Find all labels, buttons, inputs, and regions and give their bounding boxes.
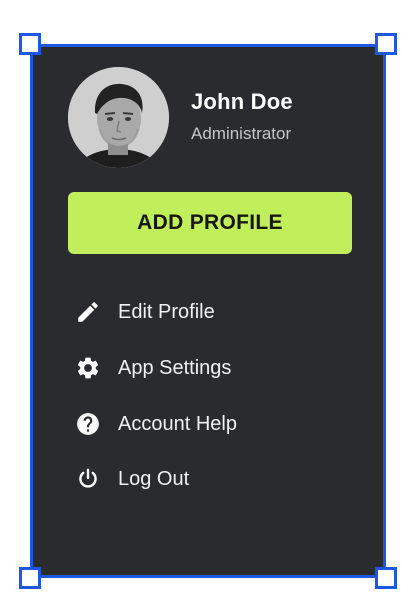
resize-handle-bottom-right[interactable] — [375, 567, 397, 589]
avatar[interactable] — [68, 67, 169, 168]
user-name: John Doe — [191, 89, 293, 114]
menu-item-app-settings[interactable]: App Settings — [72, 350, 352, 386]
menu-item-label: Account Help — [118, 412, 237, 435]
menu-item-label: Log Out — [118, 467, 190, 490]
resize-handle-top-left[interactable] — [19, 33, 41, 55]
menu-item-label: App Settings — [118, 356, 232, 379]
canvas: John Doe Administrator ADD PROFILE Edit … — [0, 0, 420, 594]
resize-handle-bottom-left[interactable] — [19, 567, 41, 589]
power-icon — [72, 463, 104, 495]
menu-item-account-help[interactable]: Account Help — [72, 406, 352, 442]
gear-icon — [72, 352, 104, 384]
user-role: Administrator — [191, 124, 292, 143]
pencil-icon — [72, 296, 104, 328]
avatar-photo — [68, 67, 169, 168]
menu-item-log-out[interactable]: Log Out — [72, 461, 352, 497]
menu-item-edit-profile[interactable]: Edit Profile — [72, 294, 352, 330]
menu-item-label: Edit Profile — [118, 300, 215, 323]
question-circle-icon — [72, 408, 104, 440]
add-profile-button[interactable]: ADD PROFILE — [68, 192, 352, 254]
resize-handle-top-right[interactable] — [375, 33, 397, 55]
